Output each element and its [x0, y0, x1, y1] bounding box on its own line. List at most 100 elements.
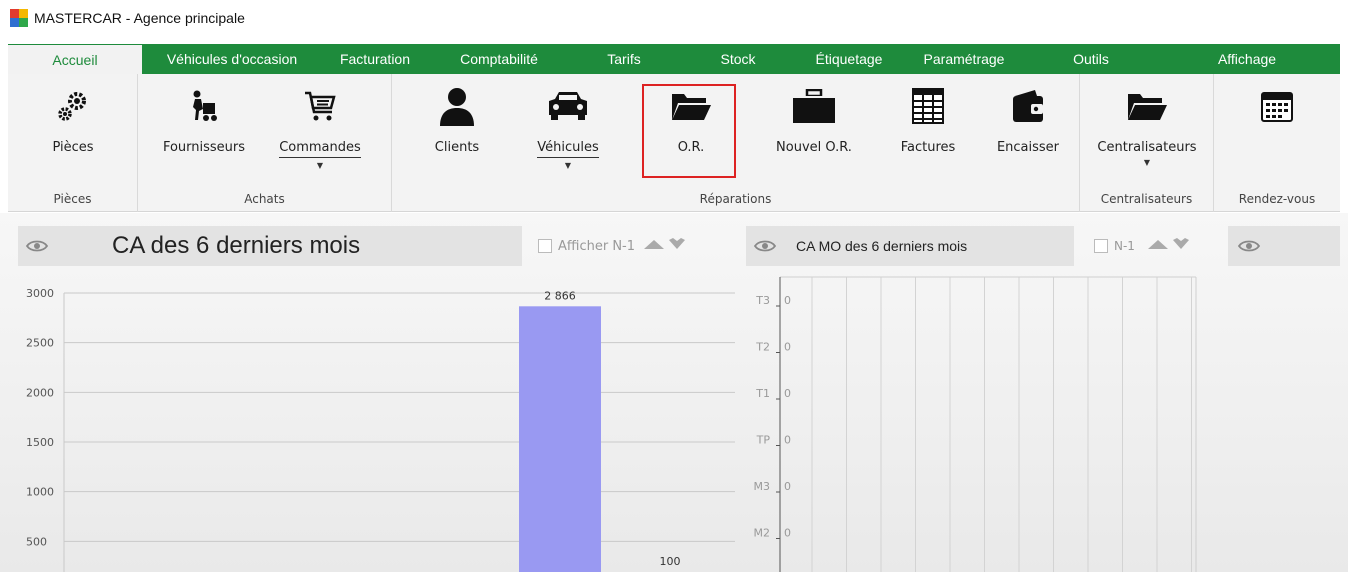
- ca-panel-header: CA des 6 derniers mois: [18, 226, 522, 266]
- show-n1-label: Afficher N-1: [558, 238, 636, 254]
- tab-label: Accueil: [52, 51, 98, 68]
- menu-bar: Accueil Véhicules d'occasion Facturation…: [8, 44, 1340, 74]
- window-title: MASTERCAR - Agence principale: [34, 10, 245, 26]
- encaisser-button-label: Encaisser: [996, 140, 1060, 155]
- vehicules-button-label: Véhicules: [537, 140, 599, 158]
- group-pieces: Pièces Pièces: [8, 74, 138, 212]
- group-reparations: Clients Véhicules ▼ O.R. Nouvel O.R. Fac…: [392, 74, 1080, 212]
- heart-icon[interactable]: [667, 237, 687, 255]
- bar: [519, 306, 601, 572]
- bar-value-label: 0: [784, 480, 791, 493]
- nouvel-or-button-label: Nouvel O.R.: [776, 140, 852, 155]
- tab-tarifs[interactable]: Tarifs: [570, 44, 678, 74]
- heart-icon[interactable]: [1171, 237, 1191, 255]
- bar-value-label: 2 866: [544, 289, 576, 302]
- factures-button[interactable]: Factures: [888, 78, 968, 182]
- encaisser-button[interactable]: Encaisser: [986, 78, 1070, 182]
- y-tick-label: 1000: [26, 486, 54, 499]
- eye-icon[interactable]: [754, 239, 776, 253]
- group-achats: Fournisseurs Commandes ▼ Achats: [138, 74, 392, 212]
- tab-vehicules-occasion[interactable]: Véhicules d'occasion: [142, 44, 322, 74]
- title-bar: MASTERCAR - Agence principale: [0, 0, 1348, 36]
- y-category-label: T3: [755, 294, 770, 307]
- collapse-icon[interactable]: [643, 238, 665, 254]
- group-label-pieces: Pièces: [53, 192, 92, 206]
- y-category-label: M3: [754, 480, 771, 493]
- table-grid-icon: [912, 78, 944, 134]
- group-label-rendezvous: Rendez-vous: [1238, 192, 1316, 206]
- car-icon: [547, 78, 589, 134]
- y-category-label: TP: [756, 434, 771, 447]
- y-tick-label: 2500: [26, 337, 54, 350]
- tab-label: Affichage: [1217, 51, 1277, 67]
- n1-label: N-1: [1114, 239, 1135, 253]
- group-label-centralisateurs: Centralisateurs: [1100, 192, 1193, 206]
- pieces-button[interactable]: Pièces: [32, 78, 114, 182]
- tab-affichage[interactable]: Affichage: [1154, 44, 1340, 74]
- bar-value-label: 100: [660, 555, 681, 568]
- tab-facturation[interactable]: Facturation: [322, 44, 428, 74]
- tab-outils[interactable]: Outils: [1028, 44, 1154, 74]
- centralisateurs-button-label: Centralisateurs: [1097, 140, 1197, 155]
- tab-label: Étiquetage: [815, 51, 883, 67]
- tab-label: Comptabilité: [460, 51, 538, 67]
- show-n1-checkbox[interactable]: [538, 239, 552, 253]
- camo-panel-options: N-1: [1080, 226, 1228, 266]
- dashboard: CA des 6 derniers mois Afficher N-1 CA M…: [0, 213, 1348, 572]
- group-label-achats: Achats: [244, 192, 285, 206]
- open-folder-icon: [1126, 78, 1168, 134]
- n1-checkbox[interactable]: [1094, 239, 1108, 253]
- pieces-button-label: Pièces: [52, 140, 94, 155]
- shopping-cart-icon: [302, 78, 338, 134]
- rendezvous-button[interactable]: [1242, 78, 1312, 182]
- vehicules-button[interactable]: Véhicules ▼: [518, 78, 618, 182]
- wallet-icon: [1011, 78, 1045, 134]
- nouvel-or-button[interactable]: Nouvel O.R.: [762, 78, 866, 182]
- tab-label: Outils: [1073, 51, 1109, 67]
- y-tick-label: 500: [26, 535, 47, 548]
- chevron-down-icon: ▼: [316, 161, 324, 170]
- bar-value-label: 0: [784, 527, 791, 540]
- bar-value-label: 0: [784, 294, 791, 307]
- person-icon: [437, 78, 477, 134]
- tab-stock[interactable]: Stock: [678, 44, 798, 74]
- calendar-icon: [1261, 78, 1293, 134]
- eye-icon[interactable]: [1238, 239, 1260, 253]
- camo-hbar-chart: T30T20T10TP0M30M20M1325: [754, 276, 1197, 572]
- tab-accueil[interactable]: Accueil: [8, 44, 142, 74]
- gears-icon: [55, 78, 91, 134]
- ribbon: Pièces Pièces Fournisseurs Commandes ▼ A…: [8, 74, 1340, 212]
- fournisseurs-button-label: Fournisseurs: [162, 140, 246, 155]
- y-category-label: M2: [754, 527, 771, 540]
- collapse-icon[interactable]: [1147, 238, 1169, 254]
- ca-panel-options: Afficher N-1: [522, 226, 738, 266]
- camo-panel-title: CA MO des 6 derniers mois: [796, 238, 968, 254]
- y-tick-label: 3000: [26, 287, 54, 300]
- y-tick-label: 1500: [26, 436, 54, 449]
- chevron-down-icon: ▼: [564, 161, 572, 170]
- chevron-down-icon: ▼: [1143, 158, 1151, 167]
- y-category-label: T1: [755, 387, 770, 400]
- tab-etiquetage[interactable]: Étiquetage: [798, 44, 900, 74]
- bar-value-label: 0: [784, 434, 791, 447]
- group-label-reparations: Réparations: [699, 192, 772, 206]
- fournisseurs-button[interactable]: Fournisseurs: [152, 78, 256, 182]
- tab-comptabilite[interactable]: Comptabilité: [428, 44, 570, 74]
- group-rendezvous: Rendez-vous: [1214, 74, 1340, 212]
- factures-button-label: Factures: [900, 140, 956, 155]
- group-centralisateurs: Centralisateurs ▼ Centralisateurs: [1080, 74, 1214, 212]
- eye-icon[interactable]: [26, 239, 48, 253]
- clients-button[interactable]: Clients: [412, 78, 502, 182]
- clients-button-label: Clients: [434, 140, 480, 155]
- ca-panel-title: CA des 6 derniers mois: [112, 232, 361, 259]
- tab-parametrage[interactable]: Paramétrage: [900, 44, 1028, 74]
- bar-value-label: 0: [784, 341, 791, 354]
- commandes-button[interactable]: Commandes ▼: [262, 78, 378, 182]
- highlight-frame: [642, 84, 736, 178]
- briefcase-icon: [792, 78, 836, 134]
- tab-label: Véhicules d'occasion: [166, 51, 298, 67]
- bar-value-label: 0: [784, 387, 791, 400]
- ca-bar-chart: 3000250020001500100050000002 866100: [26, 287, 735, 572]
- centralisateurs-button[interactable]: Centralisateurs ▼: [1088, 78, 1206, 182]
- app-logo-icon: [10, 9, 28, 27]
